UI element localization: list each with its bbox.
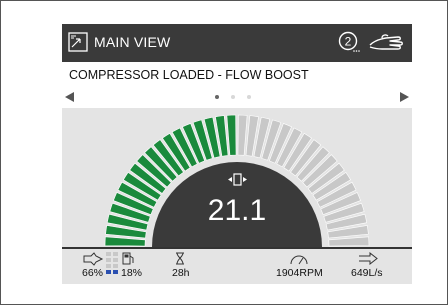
badge-count: 2	[345, 35, 352, 49]
flow-value: 649L/s	[351, 267, 383, 279]
load-percent: 66%	[82, 267, 104, 279]
rpm-value: 1904RPM	[276, 267, 323, 279]
page-dot[interactable]	[231, 95, 235, 99]
page-title: MAIN VIEW	[94, 34, 171, 50]
gauge-value: 21.1	[207, 194, 267, 227]
number-circle-icon[interactable]: 2	[338, 31, 360, 53]
display-screen: MAIN VIEW 2 COMPRESSOR LOADED - FLOW BOO…	[62, 24, 412, 284]
hand-service-icon[interactable]	[368, 31, 404, 53]
previous-page-arrow-icon[interactable]	[65, 92, 74, 102]
hours-value: 28h	[172, 267, 190, 279]
status-message: COMPRESSOR LOADED - FLOW BOOST	[69, 68, 309, 82]
fuel-percent: 18%	[121, 267, 143, 279]
next-page-arrow-icon[interactable]	[400, 92, 409, 102]
fuel-level-bars-icon	[106, 252, 118, 274]
rpm-gauge-icon	[290, 255, 308, 265]
page-dot[interactable]	[247, 95, 251, 99]
main-view-icon[interactable]	[68, 32, 88, 52]
status-bar: COMPRESSOR LOADED - FLOW BOOST	[62, 62, 412, 91]
bottom-info-bar: 66% 18% 28h 1904RPM 649L/s	[62, 247, 412, 284]
page-dot-active[interactable]	[215, 95, 219, 99]
gauge-segment-inactive	[237, 114, 248, 156]
hourglass-icon	[176, 252, 184, 265]
title-bar: MAIN VIEW 2	[62, 24, 412, 62]
gauge-segment-inactive	[328, 236, 370, 247]
device-frame: MAIN VIEW 2 COMPRESSOR LOADED - FLOW BOO…	[0, 0, 448, 305]
compressor-load-icon	[83, 252, 104, 266]
gauge-panel: 21.1	[62, 108, 412, 247]
flow-arrow-icon	[359, 252, 378, 265]
gauge-segment-active	[226, 114, 237, 156]
gauge-segment-active	[104, 236, 146, 247]
page-navigation	[62, 90, 412, 108]
fuel-pump-icon	[122, 252, 134, 265]
